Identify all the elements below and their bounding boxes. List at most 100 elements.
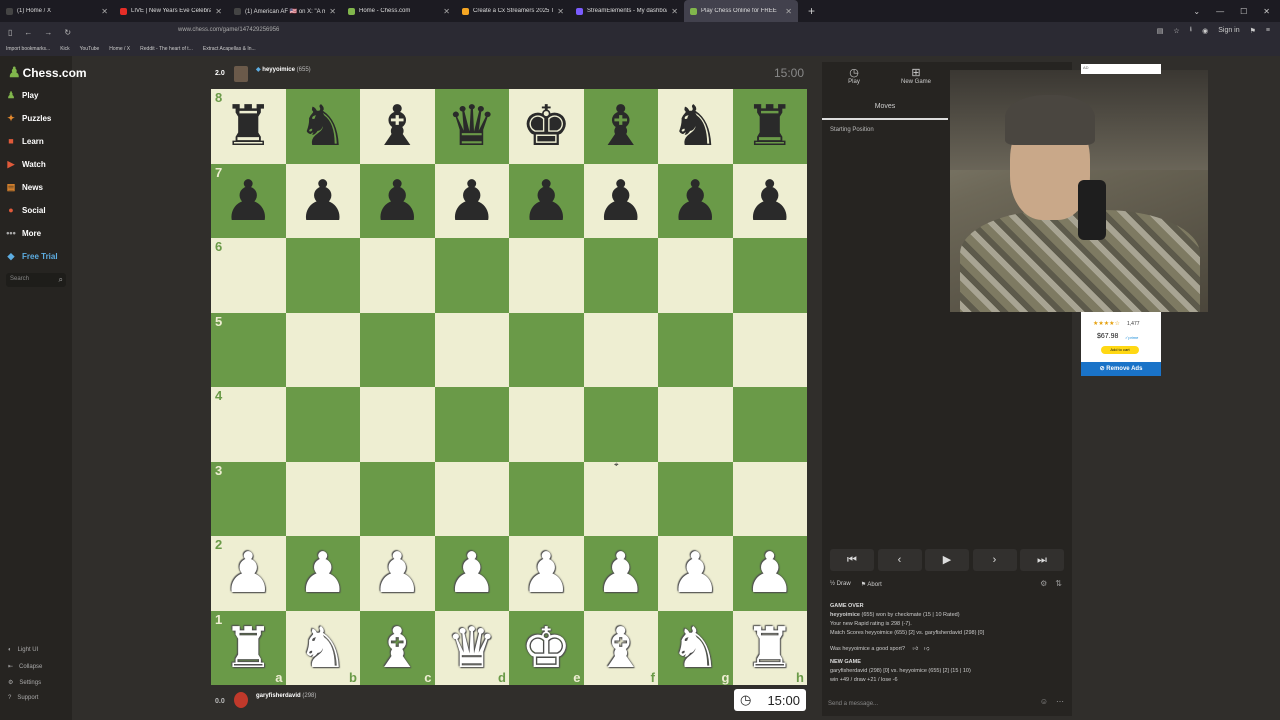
- tab-new-game[interactable]: ⊞ New Game: [886, 66, 946, 85]
- white-pawn-icon[interactable]: ♟: [223, 545, 273, 601]
- square-a3[interactable]: 3: [211, 461, 286, 536]
- white-king-icon[interactable]: ♚: [521, 619, 571, 676]
- tab-moves[interactable]: Moves: [822, 98, 948, 120]
- black-rook-icon[interactable]: ♜: [745, 98, 795, 154]
- remove-ads-button[interactable]: ⊘ Remove Ads: [1081, 362, 1161, 376]
- square-f1[interactable]: f ♝: [583, 610, 658, 685]
- minimize-icon[interactable]: —: [1216, 7, 1224, 16]
- white-bishop-icon[interactable]: ♝: [372, 619, 422, 676]
- browser-tab[interactable]: (1) Home / X ✕: [0, 0, 114, 22]
- first-move-button[interactable]: ⏮: [830, 549, 874, 571]
- square-h1[interactable]: h ♜: [732, 610, 807, 685]
- black-pawn-icon[interactable]: ♟: [298, 172, 348, 229]
- square-e2[interactable]: ♟: [509, 536, 584, 611]
- white-rook-icon[interactable]: ♜: [223, 619, 273, 676]
- black-queen-icon[interactable]: ♛: [447, 98, 497, 154]
- square-e5[interactable]: [509, 312, 584, 387]
- sidebar-item-learn[interactable]: ■ Learn: [6, 136, 44, 146]
- square-b7[interactable]: ♟: [285, 163, 360, 238]
- square-c2[interactable]: ♟: [360, 536, 435, 611]
- browser-tab[interactable]: Home - Chess.com ✕: [342, 0, 456, 22]
- square-d6[interactable]: [434, 238, 509, 313]
- bookmark-item[interactable]: Extract Acapellas & In...: [203, 46, 256, 52]
- square-a6[interactable]: 6: [211, 238, 286, 313]
- winner-name[interactable]: heyyoimice: [830, 612, 860, 618]
- white-pawn-icon[interactable]: ♟: [596, 545, 646, 601]
- close-tab-icon[interactable]: ✕: [785, 7, 792, 16]
- account-icon[interactable]: ◉: [1202, 27, 1208, 35]
- bookmark-item[interactable]: Home / X: [109, 46, 130, 52]
- square-b2[interactable]: ♟: [285, 536, 360, 611]
- starting-position[interactable]: Starting Position: [830, 127, 874, 133]
- sidebar-item-free-trial[interactable]: ◆ Free Trial: [6, 251, 58, 261]
- square-f7[interactable]: ♟: [583, 163, 658, 238]
- close-tab-icon[interactable]: ✕: [671, 7, 678, 16]
- square-d3[interactable]: [434, 461, 509, 536]
- top-player-avatar[interactable]: [234, 66, 248, 82]
- square-b1[interactable]: b ♞: [285, 610, 360, 685]
- next-move-button[interactable]: ›: [972, 549, 1017, 571]
- square-g2[interactable]: ♟: [658, 536, 733, 611]
- close-tab-icon[interactable]: ✕: [215, 7, 222, 16]
- black-king-icon[interactable]: ♚: [521, 98, 571, 154]
- sidebar-item-social[interactable]: ● Social: [6, 205, 45, 215]
- square-g3[interactable]: [658, 461, 733, 536]
- white-pawn-icon[interactable]: ♟: [447, 545, 497, 601]
- white-knight-icon[interactable]: ♞: [670, 619, 720, 676]
- black-pawn-icon[interactable]: ♟: [745, 172, 795, 229]
- sidebar-item-watch[interactable]: ▶ Watch: [6, 159, 46, 169]
- thumbs-up-icon[interactable]: 👍︎: [913, 646, 919, 652]
- sidebar-item-more[interactable]: ••• More: [6, 228, 41, 238]
- url-field[interactable]: www.chess.com/game/147429256956: [178, 27, 279, 33]
- sidebar-bottom-collapse[interactable]: ⇤ Collapse: [8, 663, 42, 671]
- chess-logo[interactable]: ♟ Chess.com: [8, 64, 87, 81]
- sidebar-bottom-settings[interactable]: ⚙ Settings: [8, 679, 41, 687]
- black-pawn-icon[interactable]: ♟: [223, 172, 273, 229]
- square-a8[interactable]: 8 ♜: [211, 89, 286, 164]
- reader-view-icon[interactable]: ▤: [1157, 27, 1164, 35]
- black-bishop-icon[interactable]: ♝: [596, 98, 646, 154]
- browser-tab[interactable]: (1) American AF 🇺🇸 on X: "A mo ✕: [228, 0, 342, 22]
- black-pawn-icon[interactable]: ♟: [521, 172, 571, 229]
- black-pawn-icon[interactable]: ♟: [596, 172, 646, 229]
- square-h2[interactable]: ♟: [732, 536, 807, 611]
- square-b5[interactable]: [285, 312, 360, 387]
- square-e6[interactable]: [509, 238, 584, 313]
- square-e8[interactable]: ♚: [509, 89, 584, 164]
- square-f5[interactable]: [583, 312, 658, 387]
- download-icon[interactable]: ⭳: [1190, 25, 1192, 36]
- draw-button[interactable]: ½ Draw: [830, 581, 851, 588]
- square-e4[interactable]: [509, 387, 584, 462]
- black-bishop-icon[interactable]: ♝: [372, 98, 422, 154]
- square-h6[interactable]: [732, 238, 807, 313]
- square-e1[interactable]: e ♚: [509, 610, 584, 685]
- flip-board-icon[interactable]: ⇅: [1055, 579, 1062, 588]
- black-pawn-icon[interactable]: ♟: [670, 172, 720, 229]
- ad-add-to-cart-button[interactable]: Add to cart: [1101, 346, 1139, 354]
- square-c7[interactable]: ♟: [360, 163, 435, 238]
- square-c1[interactable]: c ♝: [360, 610, 435, 685]
- bookmark-star-icon[interactable]: ☆: [1173, 27, 1179, 35]
- square-h8[interactable]: ♜: [732, 89, 807, 164]
- reload-icon[interactable]: ↻: [64, 28, 71, 37]
- browser-tab[interactable]: StreamElements - My dashboar ✕: [570, 0, 684, 22]
- square-f4[interactable]: [583, 387, 658, 462]
- sidebar-search-input[interactable]: Search ⌕: [6, 273, 66, 287]
- square-g4[interactable]: [658, 387, 733, 462]
- white-queen-icon[interactable]: ♛: [447, 619, 497, 676]
- sidebar-item-puzzles[interactable]: ✦ Puzzles: [6, 113, 51, 123]
- maximize-icon[interactable]: ☐: [1240, 7, 1247, 16]
- bookmark-item[interactable]: Reddit - The heart of t...: [140, 46, 193, 52]
- last-move-button[interactable]: ⏭: [1020, 549, 1064, 571]
- white-pawn-icon[interactable]: ♟: [298, 545, 348, 601]
- tab-play[interactable]: ◷ Play: [824, 66, 884, 85]
- square-b6[interactable]: [285, 238, 360, 313]
- square-c6[interactable]: [360, 238, 435, 313]
- square-g8[interactable]: ♞: [658, 89, 733, 164]
- square-a4[interactable]: 4: [211, 387, 286, 462]
- sidebar-item-news[interactable]: ▤ News: [6, 182, 43, 192]
- square-g7[interactable]: ♟: [658, 163, 733, 238]
- white-pawn-icon[interactable]: ♟: [745, 545, 795, 601]
- black-knight-icon[interactable]: ♞: [670, 98, 720, 154]
- close-tab-icon[interactable]: ✕: [329, 7, 336, 16]
